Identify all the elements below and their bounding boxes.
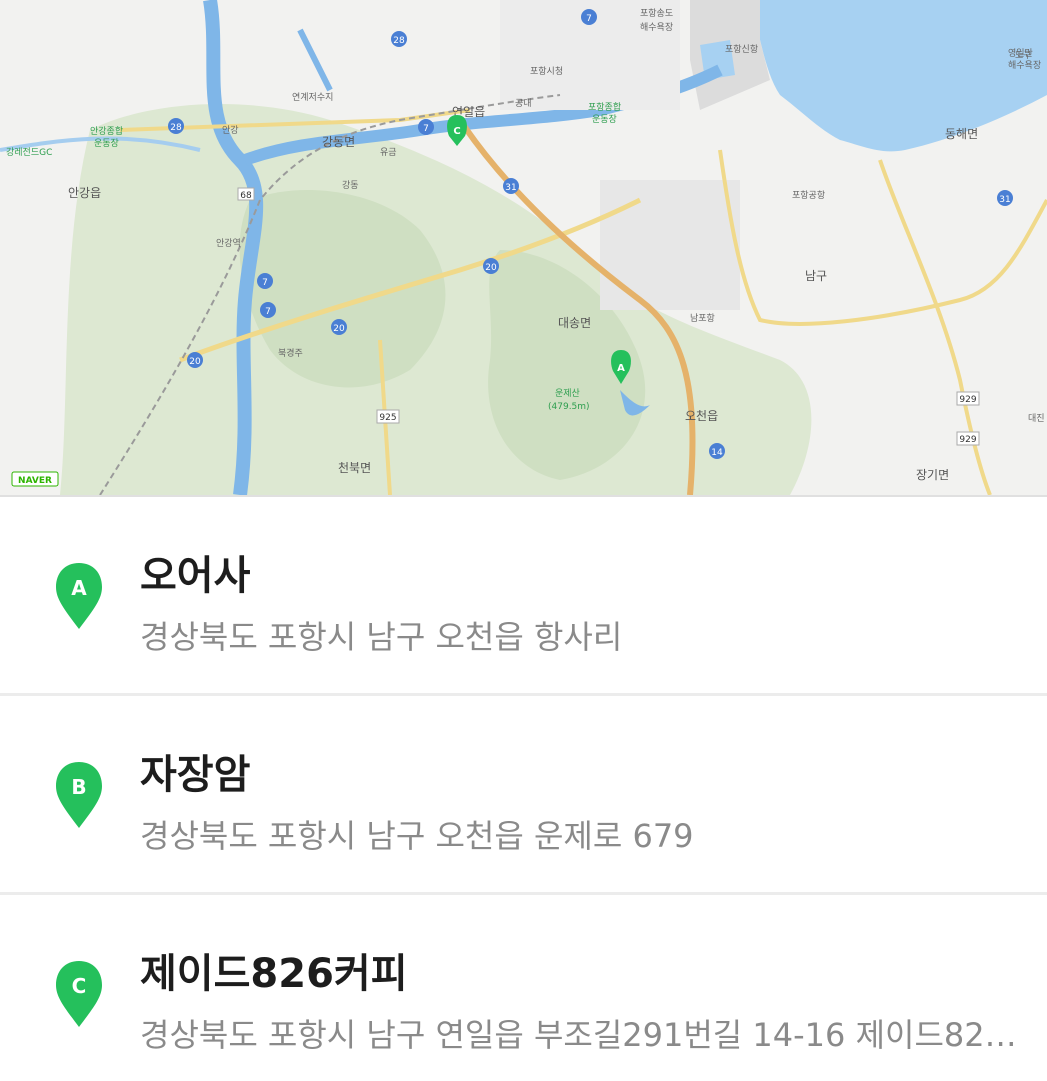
list-item[interactable]: C 제이드826커피 경상북도 포항시 남구 연일읍 부조길291번길 14-1… xyxy=(0,895,1047,1081)
place-label: 장기면 xyxy=(916,468,949,482)
svg-text:28: 28 xyxy=(393,36,405,46)
place-label: 포항종합 xyxy=(588,102,621,113)
marker-c-icon: C xyxy=(56,961,102,1027)
place-label: 천북면 xyxy=(338,460,371,475)
svg-text:929: 929 xyxy=(959,435,976,445)
svg-text:14: 14 xyxy=(711,448,723,458)
marker-b-icon: B xyxy=(56,762,102,828)
svg-text:C: C xyxy=(72,974,87,998)
place-label: 연계저수지 xyxy=(292,91,333,103)
reservoir xyxy=(297,28,333,92)
sea-area xyxy=(760,0,1047,152)
place-label: 운동장 xyxy=(94,138,119,149)
route-shield: 929 xyxy=(956,391,980,406)
place-list: A 오어사 경상북도 포항시 남구 오천읍 항사리 B 자장암 경상북도 포항시… xyxy=(0,497,1047,1081)
route-shield: 20 xyxy=(483,258,499,274)
place-label: 남구 xyxy=(805,269,827,283)
marker-a-icon: A xyxy=(56,563,102,629)
place-label: 동해면 xyxy=(945,127,978,141)
svg-text:A: A xyxy=(617,363,625,374)
place-address: 경상북도 포항시 남구 오천읍 운제로 679 xyxy=(140,817,694,855)
map-canvas[interactable]: 포항송도 해수욕장 포항신항 포항시청 도구 영일만 해수욕장 연계저수지 연일… xyxy=(0,0,1047,495)
svg-text:NAVER: NAVER xyxy=(18,476,52,486)
place-label: 강레전드GC xyxy=(6,147,52,158)
route-shield: 28 xyxy=(168,118,184,134)
svg-text:B: B xyxy=(71,775,86,799)
place-label: 해수욕장 xyxy=(1008,60,1041,71)
place-label: 오천읍 xyxy=(685,408,718,423)
city-block xyxy=(600,180,740,310)
place-label: 유금 xyxy=(380,147,397,158)
route-shield: 31 xyxy=(997,190,1013,206)
route-shield: 31 xyxy=(503,178,519,194)
svg-text:929: 929 xyxy=(959,395,976,405)
place-name: 오어사 xyxy=(140,553,251,599)
svg-text:31: 31 xyxy=(505,183,516,193)
list-item[interactable]: B 자장암 경상북도 포항시 남구 오천읍 운제로 679 xyxy=(0,696,1047,895)
route-shield: 68 xyxy=(237,187,255,201)
route-shield: 7 xyxy=(418,119,434,135)
route-shield: 20 xyxy=(331,319,347,335)
route-shield: 7 xyxy=(260,302,276,318)
place-label: 안강역 xyxy=(216,238,241,249)
svg-text:68: 68 xyxy=(240,191,252,201)
place-label: 안강 xyxy=(222,125,239,136)
svg-text:20: 20 xyxy=(485,263,497,273)
place-label: 북경주 xyxy=(278,347,303,359)
map-marker-c[interactable]: C xyxy=(447,115,467,146)
road xyxy=(718,149,1047,326)
svg-text:28: 28 xyxy=(170,123,182,133)
route-shield: 7 xyxy=(257,273,273,289)
place-label: 해수욕장 xyxy=(640,22,673,33)
svg-text:925: 925 xyxy=(379,413,396,423)
route-shield: 28 xyxy=(391,31,407,47)
place-label: 남포항 xyxy=(690,313,715,324)
place-address: 경상북도 포항시 남구 오천읍 항사리 xyxy=(140,618,623,656)
place-name: 자장암 xyxy=(140,752,251,798)
svg-text:20: 20 xyxy=(333,324,345,334)
place-label: 대진 xyxy=(1028,413,1045,424)
svg-text:7: 7 xyxy=(262,278,268,288)
svg-text:A: A xyxy=(71,576,87,600)
place-label: 포항시청 xyxy=(530,66,563,77)
route-shield: 20 xyxy=(187,352,203,368)
place-label: 대송면 xyxy=(558,316,591,330)
route-shield: 925 xyxy=(376,409,400,424)
place-label: 포항송도 xyxy=(640,8,673,19)
place-label: 영일만 xyxy=(1008,48,1033,59)
route-shield: 14 xyxy=(709,443,725,459)
svg-text:31: 31 xyxy=(999,195,1010,205)
naver-logo: NAVER xyxy=(11,471,59,487)
list-item[interactable]: A 오어사 경상북도 포항시 남구 오천읍 항사리 xyxy=(0,497,1047,696)
map-view[interactable]: 포항송도 해수욕장 포항신항 포항시청 도구 영일만 해수욕장 연계저수지 연일… xyxy=(0,0,1047,497)
place-label: 공대 xyxy=(515,98,532,109)
place-label: 운제산 xyxy=(555,388,580,399)
svg-text:C: C xyxy=(453,126,460,137)
place-label: 포항공항 xyxy=(792,190,825,201)
route-shield: 929 xyxy=(956,431,980,446)
route-shield: 7 xyxy=(581,9,597,25)
place-label: (479.5m) xyxy=(548,402,590,412)
svg-text:20: 20 xyxy=(189,357,201,367)
place-label: 강동 xyxy=(342,180,359,191)
place-address: 경상북도 포항시 남구 연일읍 부조길291번길 14-16 제이드826커피 xyxy=(140,1016,1020,1054)
place-label: 안강읍 xyxy=(68,186,101,200)
svg-text:7: 7 xyxy=(586,14,592,24)
svg-text:7: 7 xyxy=(265,307,271,317)
place-label: 강동면 xyxy=(322,135,355,149)
svg-text:7: 7 xyxy=(423,124,429,134)
place-label: 운동장 xyxy=(592,114,617,125)
place-label: 안강종합 xyxy=(90,126,123,137)
place-label: 포항신항 xyxy=(725,44,758,55)
place-name: 제이드826커피 xyxy=(140,951,408,997)
